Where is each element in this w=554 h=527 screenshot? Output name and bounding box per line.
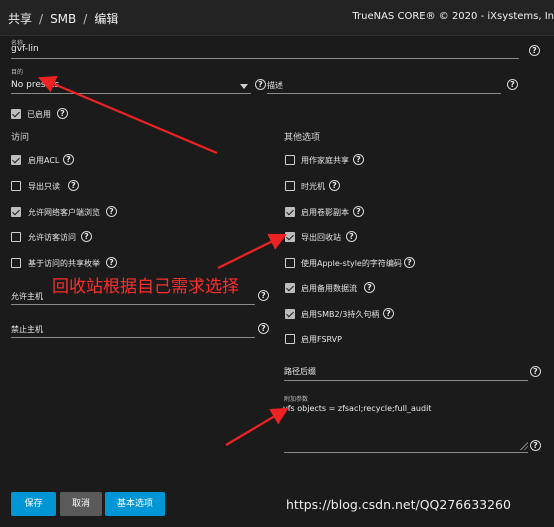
aux-params-underline [284, 452, 528, 453]
purpose-select[interactable]: No presets [11, 80, 59, 90]
hosts-allow-help-icon[interactable]: ? [258, 290, 269, 301]
breadcrumb-separator: / [83, 12, 88, 26]
durable-handles-label: 启用SMB2/3持久句柄 [301, 310, 380, 319]
streams-help-icon[interactable]: ? [364, 282, 375, 293]
purpose-field-label: 目的 [11, 69, 24, 76]
guest-access-checkbox[interactable] [11, 232, 21, 242]
aux-params-textarea[interactable]: vfs objects = zfsacl;recycle;full_audit [283, 404, 528, 450]
description-field-label: 描述 [267, 81, 283, 90]
browsable-help-icon[interactable]: ? [106, 206, 117, 217]
breadcrumb-separator: / [39, 12, 44, 26]
hosts-deny-label: 禁止主机 [11, 325, 43, 334]
breadcrumb-smb[interactable]: SMB [50, 12, 76, 26]
browsable-label: 允许网络客户端浏览 [28, 208, 100, 217]
durable-handles-help-icon[interactable]: ? [383, 308, 394, 319]
recycle-bin-label: 导出回收站 [301, 233, 341, 242]
home-share-help-icon[interactable]: ? [353, 154, 364, 165]
shadow-copy-label: 启用卷影副本 [301, 208, 349, 217]
timemachine-help-icon[interactable]: ? [329, 180, 340, 191]
save-button[interactable]: 保存 [11, 492, 56, 516]
brand-copyright: TrueNAS CORE® © 2020 - iXsystems, In [352, 11, 554, 22]
enable-acl-checkbox[interactable] [11, 155, 21, 165]
hosts-deny-field[interactable] [11, 337, 255, 338]
enabled-label: 已启用 [27, 110, 51, 119]
chevron-down-icon[interactable] [240, 84, 248, 89]
streams-label: 启用备用数据流 [301, 284, 357, 293]
top-bar: 共享 / SMB / 编辑 TrueNAS CORE® © 2020 - iXsyste… [0, 0, 554, 36]
streams-checkbox[interactable] [285, 283, 295, 293]
path-suffix-help-icon[interactable]: ? [530, 366, 541, 377]
abe-help-icon[interactable]: ? [106, 257, 117, 268]
export-readonly-label: 导出只读 [28, 182, 60, 191]
purpose-select-underline [11, 93, 251, 94]
export-readonly-checkbox[interactable] [11, 181, 21, 191]
recycle-bin-help-icon[interactable]: ? [346, 231, 357, 242]
resize-handle-icon[interactable] [520, 442, 528, 450]
abe-label: 基于访问的共享枚举 [28, 259, 100, 268]
name-field-underline [11, 58, 519, 59]
home-share-checkbox[interactable] [285, 155, 295, 165]
name-help-icon[interactable]: ? [529, 45, 540, 56]
basic-options-button[interactable]: 基本选项 [105, 492, 165, 516]
timemachine-checkbox[interactable] [285, 181, 295, 191]
access-section-title: 访问 [11, 133, 30, 143]
guest-access-label: 允许访客访问 [28, 233, 76, 242]
path-suffix-field[interactable] [284, 380, 528, 381]
durable-handles-checkbox[interactable] [285, 309, 295, 319]
description-field[interactable] [267, 93, 501, 94]
guest-access-help-icon[interactable]: ? [81, 231, 92, 242]
enabled-help-icon[interactable]: ? [57, 108, 68, 119]
timemachine-label: 时光机 [301, 182, 325, 191]
fsrvp-label: 启用FSRVP [301, 335, 342, 344]
apple-encoding-help-icon[interactable]: ? [404, 257, 415, 268]
fsrvp-checkbox[interactable] [285, 334, 295, 344]
shadow-copy-help-icon[interactable]: ? [353, 206, 364, 217]
other-section-title: 其他选项 [284, 133, 321, 143]
enable-acl-label: 启用ACL [28, 156, 60, 165]
description-help-icon[interactable]: ? [507, 79, 518, 90]
breadcrumb-edit: 编辑 [94, 12, 119, 26]
aux-params-label: 附加参数 [284, 396, 309, 403]
recycle-bin-checkbox[interactable] [285, 232, 295, 242]
abe-checkbox[interactable] [11, 258, 21, 268]
hosts-allow-field[interactable] [11, 304, 255, 305]
aux-params-value: vfs objects = zfsacl;recycle;full_audit [283, 404, 432, 413]
enabled-checkbox[interactable] [11, 109, 21, 119]
annotation-text: 回收站根据自己需求选择 [52, 277, 239, 297]
export-readonly-help-icon[interactable]: ? [68, 180, 79, 191]
breadcrumb: 共享 / SMB / 编辑 [8, 10, 118, 27]
name-field[interactable]: gvf-lin [11, 44, 39, 54]
watermark: https://blog.csdn.net/QQ276633260 [286, 497, 511, 512]
breadcrumb-share[interactable]: 共享 [8, 12, 32, 26]
home-share-label: 用作家庭共享 [301, 156, 349, 165]
apple-encoding-label: 使用Apple-style的字符编码 [301, 259, 402, 268]
shadow-copy-checkbox[interactable] [285, 207, 295, 217]
browsable-checkbox[interactable] [11, 207, 21, 217]
path-suffix-label: 路径后缀 [284, 367, 316, 376]
aux-params-help-icon[interactable]: ? [530, 440, 541, 451]
apple-encoding-checkbox[interactable] [285, 258, 295, 268]
hosts-deny-help-icon[interactable]: ? [258, 323, 269, 334]
purpose-help-icon[interactable]: ? [255, 79, 266, 90]
enable-acl-help-icon[interactable]: ? [63, 154, 74, 165]
cancel-button[interactable]: 取消 [60, 492, 102, 516]
hosts-allow-label: 允许主机 [11, 292, 43, 301]
